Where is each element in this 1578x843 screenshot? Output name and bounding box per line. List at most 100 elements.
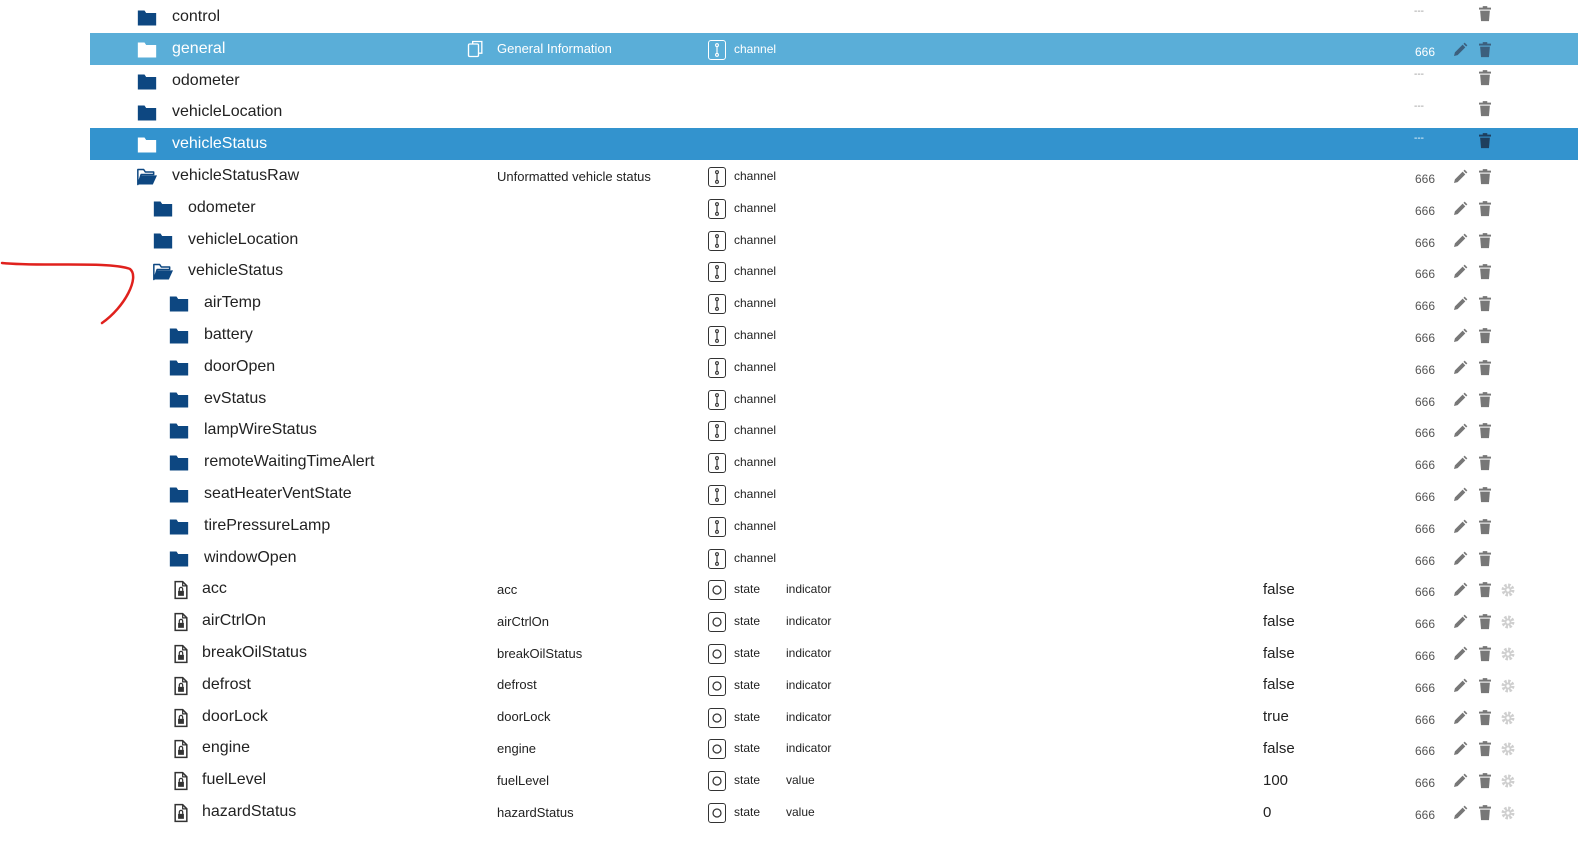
pencil-icon[interactable] [1451,263,1469,281]
gear-icon[interactable] [1499,613,1517,631]
row-type: channel [734,423,777,438]
pencil-icon[interactable] [1451,359,1469,377]
trash-icon[interactable] [1476,804,1494,822]
row-value[interactable]: 0 [1263,796,1271,828]
pencil-icon[interactable] [1451,581,1469,599]
tree-row[interactable]: vehicleStatus channel 666 [90,255,1578,287]
pencil-icon[interactable] [1451,200,1469,218]
row-value[interactable]: false [1263,637,1295,669]
tree-row[interactable]: airTemp channel 666 [90,287,1578,319]
tree-row[interactable]: breakOilStatus breakOilStatus state indicat… [90,637,1578,669]
trash-icon[interactable] [1476,581,1494,599]
tree-row[interactable]: odometer channel 666 [90,192,1578,224]
pencil-icon[interactable] [1451,168,1469,186]
gear-icon[interactable] [1499,772,1517,790]
trash-icon[interactable] [1476,677,1494,695]
gear-icon[interactable] [1499,740,1517,758]
trash-icon[interactable] [1476,132,1494,150]
row-value[interactable]: false [1263,573,1295,605]
trash-icon[interactable] [1476,740,1494,758]
tree-row[interactable]: tirePressureLamp channel 666 [90,510,1578,542]
trash-icon[interactable] [1476,359,1494,377]
row-value[interactable]: true [1263,701,1289,733]
tree-row[interactable]: general General Information channel 666 [90,32,1578,65]
tree-row[interactable]: defrost defrost state indicator false 666 [90,669,1578,701]
tree-row[interactable]: battery channel 666 [90,319,1578,351]
trash-icon[interactable] [1476,327,1494,345]
gear-icon[interactable] [1499,804,1517,822]
tree-row[interactable]: doorLock doorLock state indicator true 666 [90,701,1578,733]
trash-icon[interactable] [1476,41,1494,59]
row-role: indicator [786,677,832,692]
pencil-icon[interactable] [1451,295,1469,313]
row-acl: 666 [1415,744,1436,759]
trash-icon[interactable] [1476,772,1494,790]
trash-icon[interactable] [1476,645,1494,663]
tree-row[interactable]: vehicleLocation --- [90,96,1578,128]
trash-icon[interactable] [1476,200,1494,218]
pencil-icon[interactable] [1451,550,1469,568]
tree-row[interactable]: doorOpen channel 666 [90,351,1578,383]
pencil-icon[interactable] [1451,391,1469,409]
trash-icon[interactable] [1476,5,1494,23]
trash-icon[interactable] [1476,486,1494,504]
tree-row[interactable]: control --- [90,1,1578,33]
trash-icon[interactable] [1476,613,1494,631]
tree-row[interactable]: seatHeaterVentState channel 666 [90,478,1578,510]
pencil-icon[interactable] [1451,486,1469,504]
trash-icon[interactable] [1476,168,1494,186]
tree-row[interactable]: vehicleStatusRaw Unformatted vehicle stat… [90,160,1578,192]
tree-row[interactable]: evStatus channel 666 [90,383,1578,415]
pencil-icon[interactable] [1451,232,1469,250]
tree-row[interactable]: acc acc state indicator false 666 [90,573,1578,605]
trash-icon[interactable] [1476,518,1494,536]
row-type: state [734,614,761,629]
pencil-icon[interactable] [1451,613,1469,631]
row-name: defrost [202,675,251,693]
gear-icon[interactable] [1499,581,1517,599]
trash-icon[interactable] [1476,391,1494,409]
trash-icon[interactable] [1476,232,1494,250]
pencil-icon[interactable] [1451,454,1469,472]
trash-icon[interactable] [1476,295,1494,313]
trash-icon[interactable] [1476,709,1494,727]
trash-icon[interactable] [1476,422,1494,440]
pencil-icon[interactable] [1451,709,1469,727]
pencil-icon[interactable] [1451,422,1469,440]
row-acl: 666 [1415,458,1436,473]
tree-row[interactable]: fuelLevel fuelLevel state value 100 666 [90,764,1578,796]
pencil-icon[interactable] [1451,740,1469,758]
tree-row[interactable]: hazardStatus hazardStatus state value 0 666 [90,796,1578,828]
gear-icon[interactable] [1499,677,1517,695]
trash-icon[interactable] [1476,550,1494,568]
trash-icon[interactable] [1476,100,1494,118]
tree-row[interactable]: remoteWaitingTimeAlert channel 666 [90,446,1578,478]
pencil-icon[interactable] [1451,327,1469,345]
row-role: indicator [786,741,832,756]
tree-row[interactable]: lampWireStatus channel 666 [90,414,1578,446]
tree-row[interactable]: vehicleLocation channel 666 [90,224,1578,256]
row-type: channel [734,232,777,247]
row-value[interactable]: false [1263,605,1295,637]
row-value[interactable]: false [1263,732,1295,764]
row-value[interactable]: 100 [1263,764,1288,796]
tree-row[interactable]: odometer --- [90,65,1578,97]
trash-icon[interactable] [1476,454,1494,472]
row-acl: 666 [1415,331,1436,345]
tree-row[interactable]: airCtrlOn airCtrlOn state indicator false 666 [90,605,1578,637]
pencil-icon[interactable] [1451,41,1469,59]
trash-icon[interactable] [1476,69,1494,87]
tree-row[interactable]: vehicleStatus --- [90,128,1578,161]
pencil-icon[interactable] [1451,804,1469,822]
gear-icon[interactable] [1499,709,1517,727]
channel-icon [708,516,726,537]
pencil-icon[interactable] [1451,518,1469,536]
trash-icon[interactable] [1476,263,1494,281]
gear-icon[interactable] [1499,645,1517,663]
pencil-icon[interactable] [1451,772,1469,790]
tree-row[interactable]: engine engine state indicator false 666 [90,732,1578,764]
pencil-icon[interactable] [1451,645,1469,663]
tree-row[interactable]: windowOpen channel 666 [90,542,1578,574]
pencil-icon[interactable] [1451,677,1469,695]
row-value[interactable]: false [1263,669,1295,701]
